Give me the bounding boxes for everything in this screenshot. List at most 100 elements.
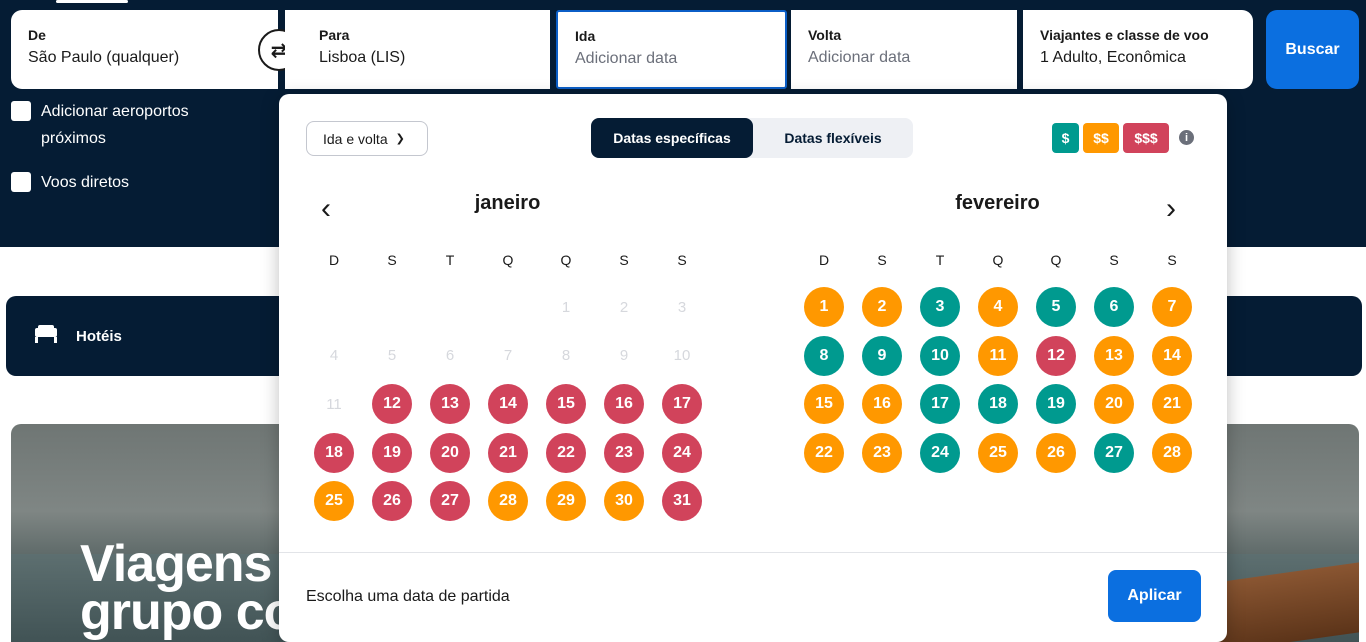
day-cell[interactable]: 18	[305, 429, 363, 478]
day-button[interactable]: 14	[1152, 335, 1192, 376]
day-cell[interactable]: 2	[853, 283, 911, 332]
day-button[interactable]: 20	[1094, 384, 1134, 425]
day-cell[interactable]: 20	[421, 429, 479, 478]
day-button[interactable]: 27	[1094, 432, 1134, 473]
day-cell[interactable]: 5	[1027, 283, 1085, 332]
day-cell[interactable]: 16	[853, 380, 911, 429]
day-button[interactable]: 18	[314, 432, 354, 473]
day-button[interactable]: 9	[862, 335, 902, 376]
day-cell[interactable]: 9	[853, 332, 911, 381]
day-button[interactable]: 13	[1094, 335, 1134, 376]
day-button[interactable]: 15	[546, 384, 586, 425]
day-button[interactable]: 29	[546, 481, 586, 522]
day-cell[interactable]: 17	[653, 380, 711, 429]
day-cell[interactable]: 3	[911, 283, 969, 332]
day-cell[interactable]: 23	[853, 429, 911, 478]
day-button[interactable]: 26	[372, 481, 412, 522]
day-button[interactable]: 22	[546, 432, 586, 473]
day-cell[interactable]: 15	[795, 380, 853, 429]
day-button[interactable]: 30	[604, 481, 644, 522]
day-cell[interactable]: 30	[595, 477, 653, 526]
day-cell[interactable]: 31	[653, 477, 711, 526]
day-cell[interactable]: 4	[969, 283, 1027, 332]
day-cell[interactable]: 22	[537, 429, 595, 478]
day-button[interactable]: 16	[862, 384, 902, 425]
day-button[interactable]: 20	[430, 432, 470, 473]
day-cell[interactable]: 16	[595, 380, 653, 429]
day-cell[interactable]: 20	[1085, 380, 1143, 429]
day-cell[interactable]: 6	[1085, 283, 1143, 332]
search-button[interactable]: Buscar	[1266, 10, 1359, 89]
day-cell[interactable]: 7	[1143, 283, 1201, 332]
day-button[interactable]: 14	[488, 384, 528, 425]
day-cell[interactable]: 18	[969, 380, 1027, 429]
day-button[interactable]: 2	[862, 287, 902, 328]
day-button[interactable]: 28	[488, 481, 528, 522]
checkbox-icon[interactable]	[11, 101, 31, 121]
day-button[interactable]: 23	[862, 432, 902, 473]
day-button[interactable]: 1	[804, 287, 844, 328]
checkbox-icon[interactable]	[11, 172, 31, 192]
day-button[interactable]: 5	[1036, 287, 1076, 328]
day-cell[interactable]: 13	[421, 380, 479, 429]
day-button[interactable]: 12	[1036, 335, 1076, 376]
day-button[interactable]: 7	[1152, 287, 1192, 328]
day-button[interactable]: 25	[314, 481, 354, 522]
nearby-airports-checkbox[interactable]: Adicionar aeroportos próximos	[11, 98, 271, 152]
day-cell[interactable]: 27	[421, 477, 479, 526]
day-button[interactable]: 6	[1094, 287, 1134, 328]
day-button[interactable]: 4	[978, 287, 1018, 328]
day-cell[interactable]: 1	[795, 283, 853, 332]
day-cell[interactable]: 14	[1143, 332, 1201, 381]
day-button[interactable]: 16	[604, 384, 644, 425]
day-button[interactable]: 24	[662, 432, 702, 473]
day-cell[interactable]: 21	[479, 429, 537, 478]
origin-field[interactable]: De São Paulo (qualquer)	[11, 10, 278, 89]
day-button[interactable]: 17	[920, 384, 960, 425]
day-button[interactable]: 27	[430, 481, 470, 522]
return-date-field[interactable]: Volta Adicionar data	[791, 10, 1017, 89]
day-cell[interactable]: 10	[911, 332, 969, 381]
day-cell[interactable]: 22	[795, 429, 853, 478]
apply-button[interactable]: Aplicar	[1108, 570, 1201, 622]
tab-specific-dates[interactable]: Datas específicas	[591, 118, 753, 158]
day-cell[interactable]: 28	[479, 477, 537, 526]
day-cell[interactable]: 8	[795, 332, 853, 381]
day-cell[interactable]: 26	[1027, 429, 1085, 478]
tab-flexible-dates[interactable]: Datas flexíveis	[753, 118, 913, 158]
day-cell[interactable]: 15	[537, 380, 595, 429]
day-button[interactable]: 10	[920, 335, 960, 376]
day-cell[interactable]: 29	[537, 477, 595, 526]
day-cell[interactable]: 17	[911, 380, 969, 429]
day-button[interactable]: 21	[1152, 384, 1192, 425]
day-cell[interactable]: 19	[363, 429, 421, 478]
depart-date-field[interactable]: Ida Adicionar data	[556, 10, 787, 89]
day-cell[interactable]: 12	[1027, 332, 1085, 381]
direct-flights-checkbox[interactable]: Voos diretos	[11, 169, 129, 196]
day-button[interactable]: 25	[978, 432, 1018, 473]
day-button[interactable]: 17	[662, 384, 702, 425]
day-cell[interactable]: 14	[479, 380, 537, 429]
day-cell[interactable]: 12	[363, 380, 421, 429]
day-cell[interactable]: 13	[1085, 332, 1143, 381]
day-button[interactable]: 19	[372, 432, 412, 473]
day-button[interactable]: 22	[804, 432, 844, 473]
day-cell[interactable]: 19	[1027, 380, 1085, 429]
day-cell[interactable]: 25	[305, 477, 363, 526]
travelers-field[interactable]: Viajantes e classe de voo 1 Adulto, Econ…	[1023, 10, 1253, 89]
day-cell[interactable]: 21	[1143, 380, 1201, 429]
day-button[interactable]: 19	[1036, 384, 1076, 425]
day-button[interactable]: 8	[804, 335, 844, 376]
day-cell[interactable]: 11	[969, 332, 1027, 381]
day-button[interactable]: 11	[978, 335, 1018, 376]
trip-type-select[interactable]: Ida e volta ❯	[306, 121, 428, 156]
info-icon[interactable]: i	[1179, 130, 1194, 145]
day-button[interactable]: 12	[372, 384, 412, 425]
day-button[interactable]: 15	[804, 384, 844, 425]
day-cell[interactable]: 28	[1143, 429, 1201, 478]
day-cell[interactable]: 24	[653, 429, 711, 478]
day-button[interactable]: 23	[604, 432, 644, 473]
day-button[interactable]: 18	[978, 384, 1018, 425]
day-button[interactable]: 26	[1036, 432, 1076, 473]
day-cell[interactable]: 25	[969, 429, 1027, 478]
